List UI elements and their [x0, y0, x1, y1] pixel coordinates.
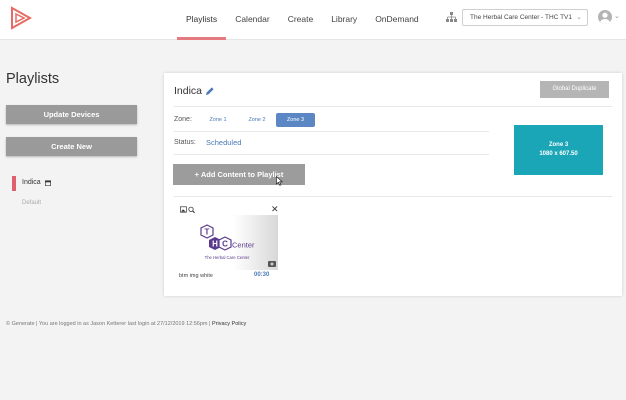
zone-tab-2[interactable]: Zone 2	[243, 113, 271, 127]
user-icon	[600, 12, 610, 24]
status-value: Scheduled	[206, 138, 242, 147]
logo-subtitle: The Herbal Care Center	[205, 255, 250, 260]
zone-label: Zone:	[174, 116, 192, 123]
sidebar-playlist-indica[interactable]: Indica	[22, 179, 41, 186]
logo-letter-t: T	[205, 228, 210, 237]
location-tree-icon	[446, 12, 457, 22]
close-icon[interactable]: ✕	[271, 204, 279, 215]
camera-icon[interactable]	[268, 261, 276, 267]
playlist-name: Indica	[174, 85, 203, 97]
chevron-down-icon: ⌄	[576, 14, 582, 21]
avatar-chevron-down-icon[interactable]: ⌄	[614, 12, 620, 20]
active-playlist-marker	[12, 176, 16, 191]
sidebar-playlist-default[interactable]: Default	[22, 200, 41, 206]
panel-divider-status	[174, 154, 489, 155]
page-title: Playlists	[6, 71, 60, 87]
logo-letter-c: C	[222, 240, 228, 249]
global-duplicate-button[interactable]: Global Duplicate	[540, 81, 609, 98]
content-thumbnail[interactable]: T H C Center The Herbal Care Center	[179, 215, 278, 270]
nav-tab-calendar[interactable]: Calendar	[226, 0, 279, 40]
nav-tab-ondemand[interactable]: OnDemand	[366, 0, 427, 40]
location-select-value: The Herbal Care Center - THC TV1	[470, 14, 572, 21]
edit-pencil-icon[interactable]	[205, 86, 215, 96]
app-logo-icon[interactable]	[10, 6, 32, 30]
update-devices-button[interactable]: Update Devices	[6, 105, 137, 124]
calendar-icon[interactable]	[45, 180, 51, 186]
panel-divider-content	[174, 196, 612, 197]
panel-divider-zone	[174, 131, 489, 132]
add-content-button[interactable]: + Add Content to Playlist	[173, 164, 305, 185]
create-new-button[interactable]: Create New	[6, 137, 137, 156]
content-caption: btm img white	[179, 273, 213, 279]
content-duration[interactable]: 00:30	[254, 272, 269, 278]
panel-divider-top	[174, 106, 612, 107]
main-nav: Playlists Calendar Create Library OnDema…	[177, 0, 428, 40]
mouse-cursor-icon	[276, 176, 283, 186]
thumb-tools	[180, 206, 195, 214]
location-select[interactable]: The Herbal Care Center - THC TV1 ⌄	[462, 9, 588, 26]
footer-text: © Generate | You are logged in as Jason …	[6, 321, 211, 327]
image-icon[interactable]	[180, 206, 187, 213]
top-bar: Playlists Calendar Create Library OnDema…	[0, 0, 626, 40]
status-label: Status:	[174, 139, 196, 146]
zone-preview-name: Zone 3	[548, 142, 569, 148]
zone-tab-1[interactable]: Zone 1	[204, 113, 232, 127]
zone-preview[interactable]: Zone 3 1080 x 607.50	[514, 125, 603, 175]
search-icon[interactable]	[188, 206, 195, 214]
nav-tab-playlists[interactable]: Playlists	[177, 0, 227, 40]
footer: © Generate | You are logged in as Jason …	[6, 321, 246, 327]
zone-preview-size: 1080 x 607.50	[539, 151, 578, 157]
nav-tab-create[interactable]: Create	[279, 0, 323, 40]
logo-letter-h: H	[212, 240, 218, 249]
zone-tab-3[interactable]: Zone 3	[276, 113, 315, 127]
logo-word: Center	[232, 241, 255, 250]
privacy-policy-link[interactable]: Privacy Policy	[212, 321, 246, 327]
nav-tab-library[interactable]: Library	[322, 0, 366, 40]
thumbnail-artwork: T H C Center The Herbal Care Center	[200, 224, 276, 267]
user-avatar[interactable]	[598, 10, 612, 24]
